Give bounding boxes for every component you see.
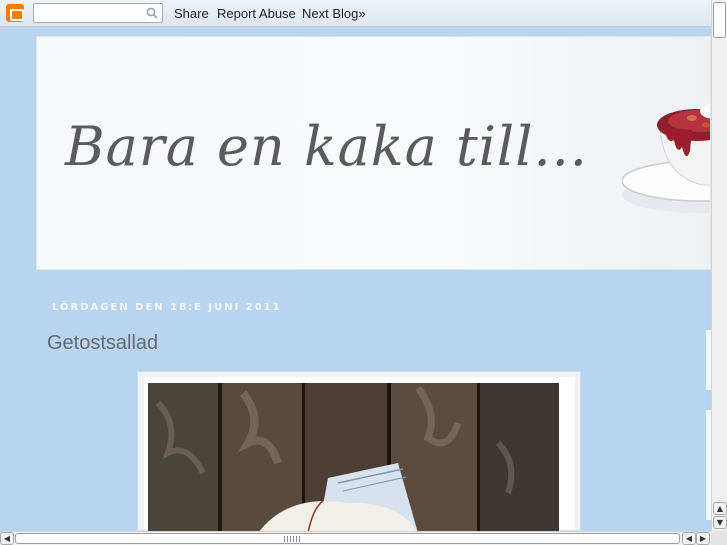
- scroll-down-arrow-icon[interactable]: ▼: [713, 516, 727, 529]
- blog-search-input[interactable]: [33, 3, 163, 23]
- scrollbar-corner: [711, 531, 727, 545]
- post-photo[interactable]: [148, 383, 559, 533]
- share-link[interactable]: Share: [174, 6, 209, 21]
- horizontal-scrollbar[interactable]: ◀ ◀ ▶: [0, 531, 711, 545]
- blog-title[interactable]: Bara en kaka till...: [65, 115, 588, 178]
- scroll-left-arrow-icon[interactable]: ◀: [0, 532, 14, 545]
- scroll-left-arrow-icon[interactable]: ◀: [682, 532, 696, 545]
- vertical-scroll-thumb[interactable]: [713, 2, 726, 38]
- next-blog-link[interactable]: Next Blog»: [302, 6, 366, 21]
- post-date-header: LÖRDAGEN DEN 18:E JUNI 2011: [52, 302, 282, 313]
- post-title[interactable]: Getostsallad: [47, 332, 158, 355]
- vertical-scrollbar[interactable]: ▲ ▼: [711, 0, 727, 531]
- blog-header[interactable]: Bara en kaka till...: [36, 36, 711, 270]
- blogger-navbar: Share Report Abuse Next Blog»: [0, 0, 711, 27]
- scroll-grip-icon: [284, 536, 300, 542]
- post-photo-frame: [137, 371, 581, 533]
- scroll-right-arrow-icon[interactable]: ▶: [696, 532, 710, 545]
- scroll-up-arrow-icon[interactable]: ▲: [713, 502, 727, 515]
- search-icon[interactable]: [146, 7, 158, 19]
- report-abuse-link[interactable]: Report Abuse: [217, 6, 296, 21]
- horizontal-scroll-thumb[interactable]: [15, 533, 680, 544]
- dessert-bowl-image: [622, 103, 710, 213]
- blogger-logo-icon[interactable]: [6, 4, 24, 22]
